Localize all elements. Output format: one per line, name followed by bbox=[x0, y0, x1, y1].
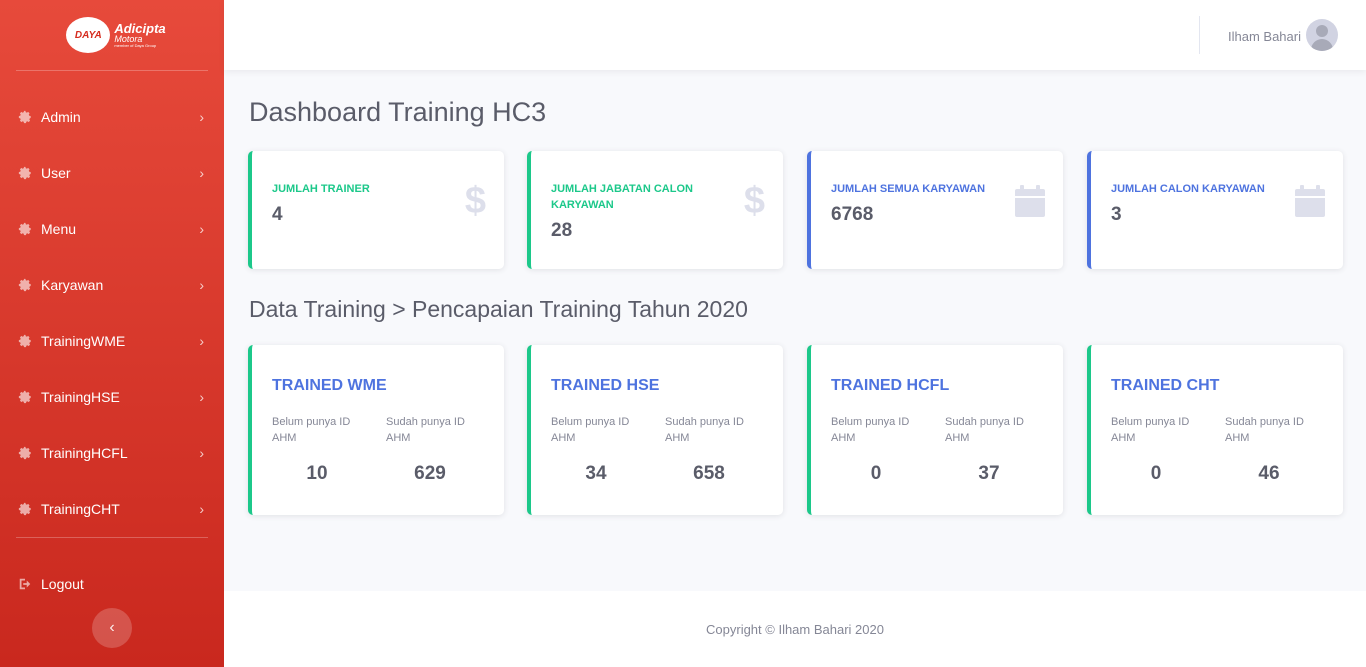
stat-card-jumlah-trainer: JUMLAH TRAINER 4 $ bbox=[248, 151, 504, 269]
stat-label: JUMLAH JABATAN CALON KARYAWAN bbox=[551, 183, 693, 211]
gear-icon bbox=[18, 502, 31, 516]
dollar-icon: $ bbox=[743, 180, 765, 222]
chevron-right-icon: › bbox=[199, 109, 204, 125]
belum-value: 34 bbox=[585, 463, 607, 484]
chevron-right-icon: › bbox=[199, 277, 204, 293]
stat-value: 28 bbox=[551, 220, 573, 241]
stat-card-jumlah-jabatan: JUMLAH JABATAN CALON KARYAWAN 28 $ bbox=[527, 151, 783, 269]
gear-icon bbox=[18, 390, 31, 404]
sidebar-toggle-button[interactable]: ‹ bbox=[92, 608, 132, 648]
gear-icon bbox=[18, 110, 31, 124]
copyright-text: Copyright © Ilham Bahari 2020 bbox=[706, 621, 884, 637]
stat-label: JUMLAH CALON KARYAWAN bbox=[1111, 183, 1265, 195]
sudah-label: Sudah punya ID AHM bbox=[1225, 416, 1304, 444]
sidebar-item-label: Menu bbox=[41, 221, 77, 237]
belum-value: 0 bbox=[1150, 463, 1162, 484]
sidebar-item-label: TrainingHSE bbox=[41, 389, 120, 405]
training-card-cht: TRAINED CHT Belum punya ID AHM Sudah pun… bbox=[1087, 345, 1343, 515]
sidebar-item-traininghcfl[interactable]: TrainingHCFL › bbox=[0, 425, 224, 481]
sidebar-item-admin[interactable]: Admin › bbox=[0, 89, 224, 145]
sudah-label: Sudah punya ID AHM bbox=[386, 416, 465, 444]
belum-value: 0 bbox=[870, 463, 882, 484]
sidebar-item-label: TrainingWME bbox=[41, 333, 126, 349]
training-title: TRAINED WME bbox=[272, 377, 387, 394]
stat-card-calon-karyawan: JUMLAH CALON KARYAWAN 3 bbox=[1087, 151, 1343, 269]
stat-label: JUMLAH SEMUA KARYAWAN bbox=[831, 183, 986, 195]
sudah-value: 658 bbox=[693, 463, 725, 484]
sidebar-item-label: User bbox=[41, 165, 71, 181]
gear-icon bbox=[18, 278, 31, 292]
avatar[interactable] bbox=[1306, 19, 1338, 51]
sudah-value: 37 bbox=[978, 463, 1000, 484]
gear-icon bbox=[18, 334, 31, 348]
stat-label: JUMLAH TRAINER bbox=[272, 183, 370, 195]
chevron-right-icon: › bbox=[199, 221, 204, 237]
sidebar-item-user[interactable]: User › bbox=[0, 145, 224, 201]
brand[interactable]: DAYA Adicipta Motora member of Daya Grou… bbox=[0, 0, 224, 70]
sidebar-item-menu[interactable]: Menu › bbox=[0, 201, 224, 257]
sidebar-item-karyawan[interactable]: Karyawan › bbox=[0, 257, 224, 313]
logo-mark: DAYA bbox=[66, 17, 111, 53]
section-title: Data Training > Pencapaian Training Tahu… bbox=[249, 296, 748, 322]
sudah-label: Sudah punya ID AHM bbox=[945, 416, 1024, 444]
sidebar-item-trainingcht[interactable]: TrainingCHT › bbox=[0, 481, 224, 537]
logout-label: Logout bbox=[41, 576, 84, 592]
training-title: TRAINED HCFL bbox=[831, 377, 950, 394]
stat-card-semua-karyawan: JUMLAH SEMUA KARYAWAN 6768 bbox=[807, 151, 1063, 269]
sidebar: DAYA Adicipta Motora member of Daya Grou… bbox=[0, 0, 224, 667]
sidebar-nav: Admin › User › Menu › Karyawan › Trainin… bbox=[0, 71, 224, 537]
gear-icon bbox=[18, 222, 31, 236]
belum-label: Belum punya ID AHM bbox=[272, 416, 351, 444]
topbar-divider bbox=[1199, 16, 1200, 54]
topbar: Ilham Bahari bbox=[224, 0, 1366, 70]
sidebar-item-trainingwme[interactable]: TrainingWME › bbox=[0, 313, 224, 369]
belum-label: Belum punya ID AHM bbox=[551, 416, 630, 444]
sidebar-item-label: Admin bbox=[41, 109, 81, 125]
training-card-wme: TRAINED WME Belum punya ID AHM Sudah pun… bbox=[248, 345, 504, 515]
chevron-right-icon: › bbox=[199, 333, 204, 349]
training-title: TRAINED HSE bbox=[551, 377, 660, 394]
sidebar-item-traininghse[interactable]: TrainingHSE › bbox=[0, 369, 224, 425]
sidebar-item-label: TrainingCHT bbox=[41, 501, 120, 517]
training-card-hse: TRAINED HSE Belum punya ID AHM Sudah pun… bbox=[527, 345, 783, 515]
belum-label: Belum punya ID AHM bbox=[1111, 416, 1190, 444]
training-card-hcfl: TRAINED HCFL Belum punya ID AHM Sudah pu… bbox=[807, 345, 1063, 515]
sidebar-item-label: Karyawan bbox=[41, 277, 104, 293]
logo-text: Adicipta Motora member of Daya Group bbox=[114, 22, 165, 48]
logo-tagline: member of Daya Group bbox=[114, 43, 157, 48]
gear-icon bbox=[18, 446, 31, 460]
chevron-right-icon: › bbox=[199, 389, 204, 405]
chevron-right-icon: › bbox=[199, 445, 204, 461]
avatar-body bbox=[1311, 39, 1333, 51]
brand-logo: DAYA Adicipta Motora member of Daya Grou… bbox=[58, 17, 166, 53]
sudah-value: 629 bbox=[414, 463, 446, 484]
sidebar-divider bbox=[16, 537, 208, 538]
sudah-value: 46 bbox=[1258, 463, 1280, 484]
chevron-left-icon: ‹ bbox=[109, 619, 115, 636]
gear-icon bbox=[18, 166, 31, 180]
logout-button[interactable]: Logout bbox=[0, 556, 224, 612]
calendar-icon bbox=[1295, 185, 1325, 217]
dollar-icon: $ bbox=[464, 180, 486, 222]
footer: Copyright © Ilham Bahari 2020 bbox=[224, 591, 1366, 667]
stat-value: 3 bbox=[1111, 204, 1122, 225]
stat-value: 4 bbox=[272, 204, 283, 225]
page-title: Dashboard Training HC3 bbox=[249, 97, 547, 127]
chevron-right-icon: › bbox=[199, 501, 204, 517]
calendar-icon bbox=[1015, 185, 1045, 217]
sidebar-item-label: TrainingHCFL bbox=[41, 445, 128, 461]
sign-out-icon bbox=[19, 578, 31, 590]
belum-value: 10 bbox=[306, 463, 328, 484]
chevron-right-icon: › bbox=[199, 165, 204, 181]
sudah-label: Sudah punya ID AHM bbox=[665, 416, 744, 444]
belum-label: Belum punya ID AHM bbox=[831, 416, 910, 444]
user-name[interactable]: Ilham Bahari bbox=[1228, 29, 1301, 44]
training-title: TRAINED CHT bbox=[1111, 377, 1220, 394]
avatar-head bbox=[1316, 25, 1328, 37]
stat-value: 6768 bbox=[831, 204, 874, 225]
